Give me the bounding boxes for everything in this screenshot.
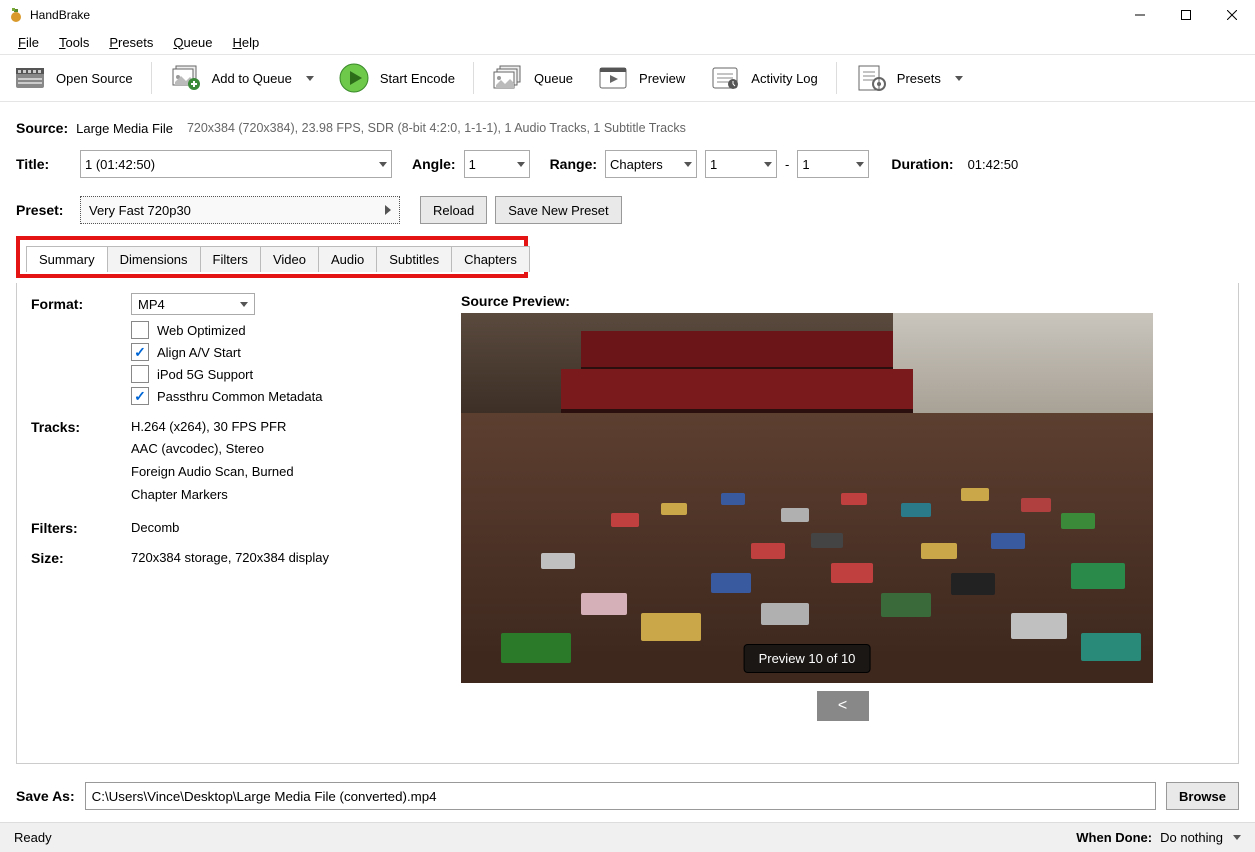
menu-tools[interactable]: Tools — [51, 33, 97, 52]
filters-label: Filters: — [31, 520, 131, 536]
menubar: File Tools Presets Queue Help — [0, 30, 1255, 54]
chevron-down-icon[interactable] — [955, 76, 963, 81]
preview-icon — [597, 62, 629, 94]
range-from: 1 — [710, 157, 717, 172]
range-to-select[interactable]: 1 — [797, 150, 869, 178]
when-done-select[interactable]: Do nothing — [1160, 830, 1241, 845]
tab-chapters[interactable]: Chapters — [451, 246, 530, 272]
align-av-checkbox[interactable]: Align A/V Start — [131, 343, 431, 361]
summary-panel: Format: MP4 Web Optimized Align A/V Star… — [16, 283, 1239, 764]
format-value: MP4 — [138, 297, 165, 312]
preview-label: Preview — [639, 71, 685, 86]
start-encode-label: Start Encode — [380, 71, 455, 86]
minimize-button[interactable] — [1117, 0, 1163, 30]
close-button[interactable] — [1209, 0, 1255, 30]
passthru-checkbox[interactable]: Passthru Common Metadata — [131, 387, 431, 405]
range-to: 1 — [802, 157, 809, 172]
duration-label: Duration: — [891, 156, 953, 172]
range-type: Chapters — [610, 157, 663, 172]
log-icon — [709, 62, 741, 94]
titlebar: HandBrake — [0, 0, 1255, 30]
angle-value: 1 — [469, 157, 476, 172]
presets-button[interactable]: Presets — [847, 58, 971, 98]
source-info: 720x384 (720x384), 23.98 FPS, SDR (8-bit… — [187, 121, 686, 135]
open-source-label: Open Source — [56, 71, 133, 86]
when-done-label: When Done: — [1076, 830, 1152, 845]
tab-audio[interactable]: Audio — [318, 246, 377, 272]
track-line-0: H.264 (x264), 30 FPS PFR — [131, 419, 286, 435]
queue-icon — [492, 62, 524, 94]
tab-video[interactable]: Video — [260, 246, 319, 272]
add-queue-label: Add to Queue — [212, 71, 292, 86]
preset-label: Preset: — [16, 202, 72, 218]
range-dash: - — [785, 157, 789, 172]
tab-summary[interactable]: Summary — [26, 246, 108, 272]
source-preview-image[interactable]: Preview 10 of 10 — [461, 313, 1153, 683]
tabs-highlight: Summary Dimensions Filters Video Audio S… — [16, 236, 528, 278]
add-queue-button[interactable]: Add to Queue — [162, 58, 322, 98]
queue-button[interactable]: Queue — [484, 58, 581, 98]
format-label: Format: — [31, 296, 131, 312]
size-value: 720x384 storage, 720x384 display — [131, 550, 329, 566]
presets-label: Presets — [897, 71, 941, 86]
open-source-button[interactable]: Open Source — [6, 58, 141, 98]
tab-subtitles[interactable]: Subtitles — [376, 246, 452, 272]
chevron-right-icon — [385, 205, 391, 215]
tabs: Summary Dimensions Filters Video Audio S… — [26, 246, 518, 272]
start-encode-button[interactable]: Start Encode — [330, 58, 463, 98]
reload-button[interactable]: Reload — [420, 196, 487, 224]
title-select[interactable]: 1 (01:42:50) — [80, 150, 392, 178]
tracks-label: Tracks: — [31, 419, 131, 435]
film-icon — [14, 62, 46, 94]
save-as-label: Save As: — [16, 788, 75, 804]
menu-file[interactable]: File — [10, 33, 47, 52]
range-from-select[interactable]: 1 — [705, 150, 777, 178]
toolbar: Open Source Add to Queue Start Encode Qu… — [0, 54, 1255, 102]
menu-help[interactable]: Help — [224, 33, 267, 52]
web-optimized-checkbox[interactable]: Web Optimized — [131, 321, 431, 339]
activity-log-button[interactable]: Activity Log — [701, 58, 825, 98]
status-text: Ready — [14, 830, 52, 845]
chevron-down-icon — [1233, 835, 1241, 840]
browse-button[interactable]: Browse — [1166, 782, 1239, 810]
menu-queue[interactable]: Queue — [165, 33, 220, 52]
source-name: Large Media File — [76, 121, 173, 136]
maximize-button[interactable] — [1163, 0, 1209, 30]
preview-button[interactable]: Preview — [589, 58, 693, 98]
play-icon — [338, 62, 370, 94]
preview-prev-button[interactable]: < — [817, 691, 869, 721]
track-line-2: Foreign Audio Scan, Burned — [131, 464, 431, 479]
preset-value: Very Fast 720p30 — [89, 203, 191, 218]
tab-filters[interactable]: Filters — [200, 246, 261, 272]
filters-value: Decomb — [131, 520, 179, 536]
preset-select[interactable]: Very Fast 720p30 — [80, 196, 400, 224]
track-line-3: Chapter Markers — [131, 487, 431, 502]
angle-label: Angle: — [412, 156, 456, 172]
title-value: 1 (01:42:50) — [85, 157, 155, 172]
presets-icon — [855, 62, 887, 94]
activity-log-label: Activity Log — [751, 71, 817, 86]
statusbar: Ready When Done: Do nothing — [0, 822, 1255, 852]
chevron-down-icon[interactable] — [306, 76, 314, 81]
queue-label: Queue — [534, 71, 573, 86]
range-type-select[interactable]: Chapters — [605, 150, 697, 178]
track-line-1: AAC (avcodec), Stereo — [131, 441, 431, 456]
save-as-input[interactable] — [85, 782, 1156, 810]
title-label: Title: — [16, 156, 72, 172]
save-new-preset-button[interactable]: Save New Preset — [495, 196, 621, 224]
duration-value: 01:42:50 — [968, 157, 1019, 172]
source-preview-label: Source Preview: — [461, 293, 1224, 309]
ipod-checkbox[interactable]: iPod 5G Support — [131, 365, 431, 383]
source-label: Source: — [16, 120, 68, 136]
size-label: Size: — [31, 550, 131, 566]
format-select[interactable]: MP4 — [131, 293, 255, 315]
range-label: Range: — [550, 156, 597, 172]
tab-dimensions[interactable]: Dimensions — [107, 246, 201, 272]
add-queue-icon — [170, 62, 202, 94]
preview-badge: Preview 10 of 10 — [744, 644, 871, 673]
app-title: HandBrake — [30, 8, 90, 22]
angle-select[interactable]: 1 — [464, 150, 530, 178]
menu-presets[interactable]: Presets — [101, 33, 161, 52]
app-icon — [8, 7, 24, 23]
